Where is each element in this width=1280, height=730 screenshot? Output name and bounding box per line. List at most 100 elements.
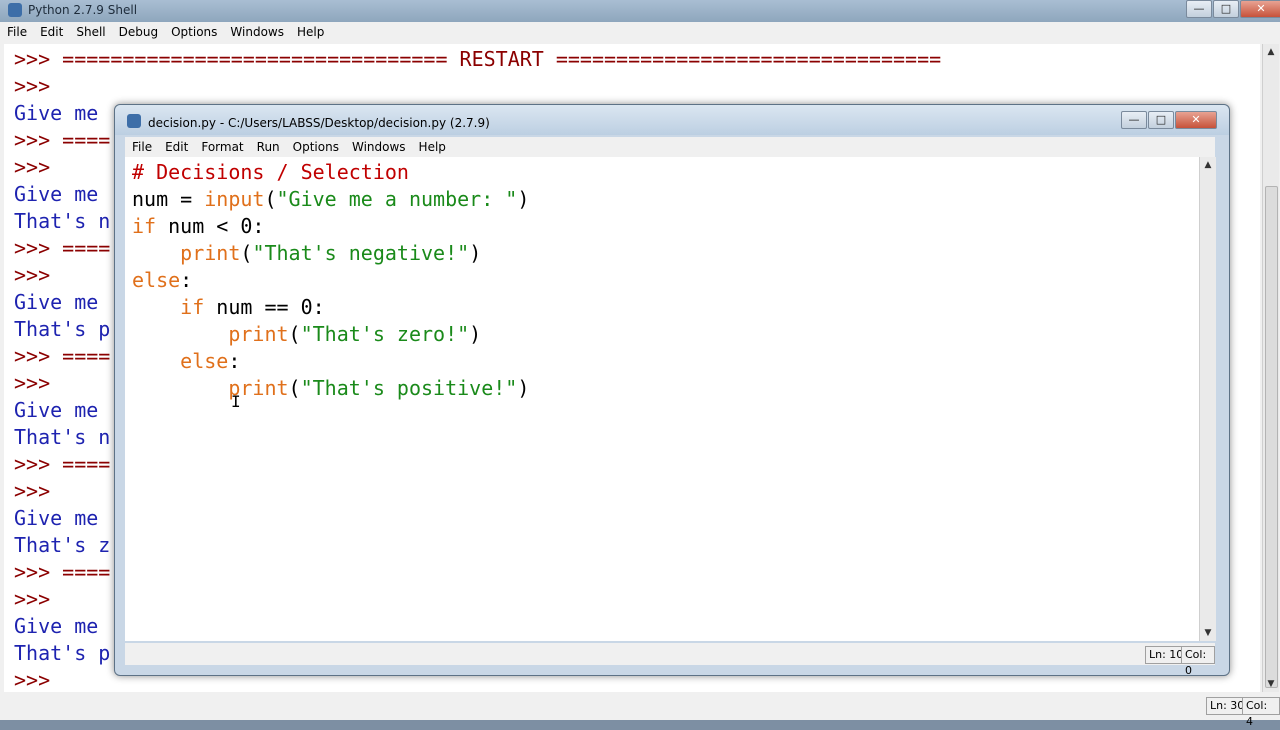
shell-restart-banner: ==== <box>62 452 111 476</box>
menu-options[interactable]: Options <box>286 137 345 154</box>
shell-prompt: >>> <box>14 452 63 476</box>
shell-restart-banner: ==== <box>62 236 111 260</box>
menu-shell[interactable]: Shell <box>69 22 111 39</box>
code-string: "Give me a number: " <box>276 187 518 211</box>
code-line: print("That's positive!") <box>132 375 529 402</box>
shell-line: Give me <box>14 100 98 127</box>
shell-prompt: >>> <box>14 587 51 611</box>
code-comment: # Decisions / Selection <box>132 160 409 184</box>
shell-line: >>> <box>14 154 50 181</box>
code-token: ( <box>288 376 301 400</box>
shell-output: That's z <box>14 533 111 557</box>
code-string: "That's zero!" <box>300 322 470 346</box>
python-idle-icon <box>8 3 22 17</box>
code-keyword: else <box>180 349 229 373</box>
close-button[interactable]: ✕ <box>1240 0 1280 18</box>
shell-output: That's n <box>14 209 111 233</box>
scroll-down-arrow-icon[interactable]: ▼ <box>1263 676 1279 692</box>
shell-titlebar[interactable]: Python 2.7.9 Shell — □ ✕ <box>0 0 1280 22</box>
shell-output: Give me <box>14 614 99 638</box>
menu-edit[interactable]: Edit <box>158 137 194 154</box>
code-token: num < 0: <box>156 214 265 238</box>
shell-line: >>> ==== <box>14 235 110 262</box>
maximize-button[interactable]: □ <box>1148 111 1174 129</box>
close-button[interactable]: ✕ <box>1175 111 1217 129</box>
shell-line: That's p <box>14 640 110 667</box>
code-token: : <box>228 349 241 373</box>
editor-menubar: File Edit Format Run Options Windows Help <box>125 137 1215 157</box>
code-keyword: if <box>132 214 157 238</box>
menu-options[interactable]: Options <box>164 22 223 39</box>
code-token: ( <box>264 187 277 211</box>
editor-titlebar[interactable]: decision.py - C:/Users/LABSS/Desktop/dec… <box>115 105 1229 135</box>
shell-window-controls: — □ ✕ <box>1186 0 1280 18</box>
editor-window-controls: — □ ✕ <box>1121 111 1217 129</box>
code-token: ) <box>469 322 482 346</box>
shell-line: Give me <box>14 613 98 640</box>
code-keyword: print <box>228 376 289 400</box>
shell-prompt: >>> <box>14 479 51 503</box>
menu-help[interactable]: Help <box>290 22 330 39</box>
code-line: else: <box>132 348 240 375</box>
menu-windows[interactable]: Windows <box>223 22 290 39</box>
editor-statusbar: Ln: 10 Col: 0 <box>125 643 1215 677</box>
shell-prompt: >>> <box>14 560 63 584</box>
menu-edit[interactable]: Edit <box>33 22 69 39</box>
code-keyword: input <box>204 187 265 211</box>
editor-title: decision.py - C:/Users/LABSS/Desktop/dec… <box>148 116 490 130</box>
shell-prompt: >>> <box>14 47 63 71</box>
code-token: ( <box>240 241 253 265</box>
code-token: num = <box>132 187 205 211</box>
shell-line: That's p <box>14 316 110 343</box>
menu-debug[interactable]: Debug <box>112 22 164 39</box>
shell-line: >>> <box>14 262 50 289</box>
shell-restart-banner: ==== <box>62 560 111 584</box>
code-string: "That's negative!" <box>252 241 470 265</box>
code-token: ) <box>517 187 530 211</box>
menu-format[interactable]: Format <box>194 137 249 154</box>
shell-prompt: >>> <box>14 236 63 260</box>
code-string: "That's positive!" <box>300 376 518 400</box>
code-keyword: else <box>132 268 181 292</box>
menu-windows[interactable]: Windows <box>345 137 412 154</box>
shell-line: >>> <box>14 370 50 397</box>
shell-output: Give me <box>14 182 99 206</box>
code-token: num == 0: <box>204 295 325 319</box>
shell-line: That's n <box>14 208 110 235</box>
code-line: print("That's zero!") <box>132 321 481 348</box>
maximize-button[interactable]: □ <box>1213 0 1239 18</box>
code-line: if num < 0: <box>132 213 264 240</box>
shell-line: >>> <box>14 667 50 692</box>
editor-code-area[interactable]: I # Decisions / Selection num = input("Gi… <box>125 157 1199 641</box>
shell-line: >>> ==== <box>14 451 110 478</box>
scroll-up-arrow-icon[interactable]: ▲ <box>1263 44 1279 60</box>
menu-run[interactable]: Run <box>250 137 286 154</box>
editor-vertical-scrollbar[interactable]: ▲ ▼ <box>1199 157 1216 641</box>
code-line: if num == 0: <box>132 294 325 321</box>
shell-line: Give me <box>14 181 98 208</box>
scroll-down-arrow-icon[interactable]: ▼ <box>1200 625 1216 641</box>
code-line: # Decisions / Selection <box>132 159 409 186</box>
scroll-thumb[interactable] <box>1265 186 1278 688</box>
shell-output: That's p <box>14 641 111 665</box>
menu-file[interactable]: File <box>125 137 158 154</box>
menu-help[interactable]: Help <box>412 137 452 154</box>
code-token: ( <box>288 322 301 346</box>
shell-line: >>> ==== <box>14 343 110 370</box>
menu-file[interactable]: File <box>0 22 33 39</box>
minimize-button[interactable]: — <box>1121 111 1147 129</box>
shell-output: Give me <box>14 290 99 314</box>
shell-restart-banner: ================================ RESTART… <box>62 47 942 71</box>
shell-vertical-scrollbar[interactable]: ▲ ▼ <box>1262 44 1279 692</box>
shell-line: >>> <box>14 73 50 100</box>
code-keyword: print <box>180 241 241 265</box>
scroll-up-arrow-icon[interactable]: ▲ <box>1200 157 1216 173</box>
minimize-button[interactable]: — <box>1186 0 1212 18</box>
code-keyword: if <box>180 295 205 319</box>
shell-prompt: >>> <box>14 128 63 152</box>
shell-prompt: >>> <box>14 155 51 179</box>
shell-prompt: >>> <box>14 263 51 287</box>
